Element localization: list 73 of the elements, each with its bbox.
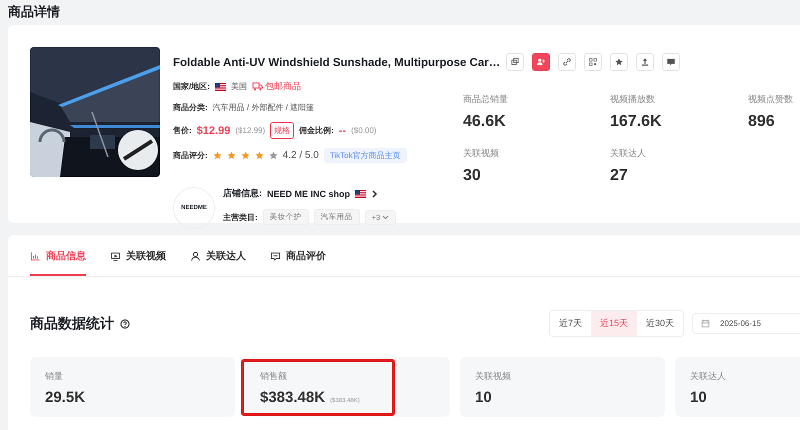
shop-label: 店铺信息: <box>223 187 262 200</box>
metric-label: 关联达人 <box>690 370 727 383</box>
chevron-right-icon[interactable] <box>371 190 378 198</box>
star-icon <box>614 57 624 67</box>
chart-icon <box>30 250 41 262</box>
tab[interactable]: 关联达人 <box>190 249 246 276</box>
person-icon <box>190 250 201 262</box>
us-flag-icon <box>214 82 226 91</box>
calendar-icon <box>701 319 710 328</box>
field-label: 佣金比例: <box>299 125 334 136</box>
tab[interactable]: 商品评价 <box>270 249 326 276</box>
category-text: 汽车用品 / 外部配件 / 遮阳篷 <box>212 102 314 114</box>
metric-value: 29.5K <box>45 389 86 406</box>
field-label: 主营类目: <box>223 212 258 223</box>
copy-button[interactable] <box>506 53 524 71</box>
price-text: $12.99 <box>196 124 230 137</box>
date-field[interactable]: 2025-06-15 <box>692 313 800 334</box>
us-flag-icon <box>355 190 366 198</box>
stat-value: 167.6K <box>610 113 663 131</box>
metric-label: 销量 <box>45 370 64 383</box>
stat-label: 关联达人 <box>610 147 647 160</box>
star-icon <box>226 151 236 160</box>
star-icon <box>240 151 250 160</box>
metric-value: 10 <box>690 389 707 406</box>
video-icon <box>110 250 121 262</box>
comment-icon <box>270 250 281 262</box>
stat-label: 视频播放数 <box>610 93 656 106</box>
metric-value: 10 <box>475 389 492 406</box>
stat-label: 视频点赞数 <box>748 93 794 106</box>
star-icon <box>268 151 278 160</box>
tab[interactable]: 商品信息 <box>30 249 86 276</box>
stat-value: 27 <box>610 167 629 185</box>
field-label: 国家/地区: <box>173 81 210 92</box>
link-button[interactable] <box>558 53 576 71</box>
stat-label: 关联视频 <box>463 147 500 160</box>
metric-label: 销售额 <box>260 370 288 383</box>
spec-button[interactable]: 规格 <box>270 122 294 140</box>
field-label: 商品评分: <box>173 150 208 162</box>
help-icon[interactable] <box>120 318 130 328</box>
stat-value: 46.6K <box>463 113 507 131</box>
qr-code-button[interactable] <box>584 53 602 71</box>
truck-icon <box>252 82 263 92</box>
message-button[interactable] <box>662 53 680 71</box>
qr-code-icon <box>588 57 598 67</box>
upload-icon <box>640 57 650 67</box>
star-button[interactable] <box>610 53 628 71</box>
field-label: 商品分类: <box>173 102 208 114</box>
message-icon <box>666 57 676 67</box>
copy-icon <box>510 57 520 67</box>
metric-label: 关联视频 <box>475 370 512 383</box>
tab[interactable]: 关联视频 <box>110 249 166 276</box>
star-icon <box>212 151 222 160</box>
country-text: 美国 <box>230 81 247 92</box>
page-title: 商品详情 <box>7 3 61 21</box>
metric-value: $383.48K <box>260 389 326 406</box>
upload-button[interactable] <box>636 53 654 71</box>
link-icon <box>562 57 572 67</box>
person-add-icon <box>536 57 546 67</box>
free-shipping-label: 包邮商品 <box>264 80 301 94</box>
stat-label: 商品总销量 <box>463 93 509 106</box>
stat-value: 896 <box>748 113 776 131</box>
chevron-down-icon <box>382 214 390 220</box>
field-label: 售价: <box>173 125 192 136</box>
shop-name[interactable]: NEED ME INC shop <box>267 188 350 199</box>
product-title: Foldable Anti-UV Windshield Sunshade, Multipurpose Car… <box>173 56 500 71</box>
section-title: 商品数据统计 <box>30 314 114 332</box>
stat-value: 30 <box>463 167 482 185</box>
rating-text: 4.2 / 5.0 <box>282 150 319 162</box>
person-add-button[interactable] <box>532 53 550 71</box>
price-usd-text: ($12.99) <box>235 126 266 136</box>
star-icon <box>254 151 264 160</box>
commission-usd-text: ($0.00) <box>351 126 376 136</box>
commission-text: -- <box>338 124 346 137</box>
